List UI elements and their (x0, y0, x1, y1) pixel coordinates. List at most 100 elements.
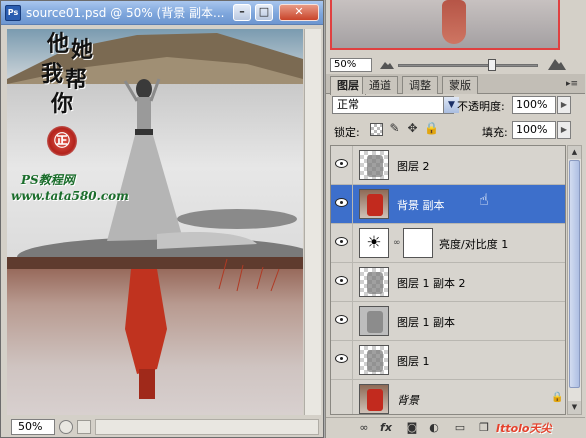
document-titlebar[interactable]: Ps source01.psd @ 50% (背景 副本... – □ ✕ (1, 1, 323, 25)
document-window: Ps source01.psd @ 50% (背景 副本... – □ ✕ 他 … (0, 0, 324, 438)
layer-name: 背景 (397, 394, 419, 407)
layer-row-layer-1[interactable]: 图层 1 (331, 341, 565, 380)
photoshop-app-icon: Ps (5, 5, 21, 21)
layer-name: 图层 1 副本 2 (397, 277, 466, 290)
layer-row-layer-1-copy-2[interactable]: 图层 1 副本 2 (331, 263, 565, 302)
eye-icon (335, 276, 348, 285)
scrollbar-thumb[interactable] (569, 160, 580, 388)
tab-layers[interactable]: 图层 (330, 76, 366, 95)
panel-menu-icon[interactable]: ▸≡ (564, 78, 580, 90)
layer-thumbnail (359, 189, 389, 219)
zoom-out-mountain-icon[interactable] (380, 59, 394, 70)
scroll-up-arrow-icon[interactable]: ▲ (568, 146, 581, 159)
lock-transparency-icon[interactable] (370, 123, 383, 136)
eye-icon (335, 159, 348, 168)
layer-name: 图层 2 (397, 160, 430, 173)
navigator-zoom-slider[interactable] (398, 64, 538, 67)
layer-thumbnail (359, 345, 389, 375)
layer-name: 亮度/对比度 1 (439, 238, 509, 251)
scroll-down-arrow-icon[interactable]: ▼ (568, 401, 581, 414)
layer-row-brightness-contrast[interactable]: ☀ ∞ 亮度/对比度 1 (331, 224, 565, 263)
layer-row-layer-2[interactable]: 图层 2 (331, 146, 565, 185)
hand-cursor-icon: ☝ (479, 190, 489, 209)
tab-masks[interactable]: 蒙版 (442, 76, 478, 94)
eye-icon (335, 237, 348, 246)
add-mask-icon[interactable]: ◙ (404, 421, 420, 435)
minimize-button[interactable]: – (233, 4, 251, 21)
watermark-url: www.tata580.com (11, 189, 129, 203)
layer-thumbnail-figure (367, 155, 383, 177)
visibility-toggle[interactable] (331, 224, 353, 262)
layer-thumbnail (359, 384, 389, 414)
fill-label: 填充: (482, 126, 508, 139)
red-seal-stamp: ㊣ (47, 126, 77, 156)
document-vertical-scrollbar[interactable] (304, 29, 321, 415)
lock-paint-brush-icon[interactable]: ✎ (388, 122, 401, 136)
opacity-input[interactable]: 100% (512, 96, 556, 114)
visibility-toggle[interactable] (331, 263, 353, 301)
eye-icon (335, 198, 348, 207)
tab-channels[interactable]: 通道 (362, 76, 398, 94)
watermark-title: PS教程网 (21, 173, 75, 187)
visibility-toggle[interactable] (331, 185, 353, 223)
layer-name: 图层 1 副本 (397, 316, 455, 329)
navigator-preview[interactable] (330, 0, 560, 50)
fill-input[interactable]: 100% (512, 121, 556, 139)
maximize-button[interactable]: □ (255, 4, 273, 21)
opacity-slider-arrow-icon[interactable]: ▶ (557, 96, 571, 114)
layer-thumbnail (359, 306, 389, 336)
visibility-toggle[interactable] (331, 146, 353, 184)
status-scroll-left-icon[interactable] (77, 420, 91, 434)
opacity-label: 不透明度: (457, 100, 505, 113)
layer-list: 图层 2 背景 副本 ☝ ☀ ∞ 亮度/对比度 1 图层 1 副本 2 图层 1… (330, 145, 566, 415)
visibility-toggle[interactable] (331, 341, 353, 379)
canvas-calligraphy: 他 她 我 帮 你 (37, 33, 107, 129)
layer-mask-thumbnail[interactable] (403, 228, 433, 258)
calligraphy-char: 你 (51, 91, 74, 117)
layers-panel: 图层 通道 调整 蒙版 ▸≡ 正常 ▼ 不透明度: 100% ▶ 锁定: ✎ ✥… (325, 74, 586, 438)
calligraphy-char: 他 (47, 31, 70, 57)
tab-adjustments[interactable]: 调整 (402, 76, 438, 94)
status-info-icon[interactable] (59, 420, 73, 434)
blend-mode-select[interactable]: 正常 ▼ (332, 96, 459, 114)
blend-mode-value: 正常 (337, 98, 359, 111)
panel-tabs: 图层 通道 调整 蒙版 ▸≡ (326, 74, 585, 95)
visibility-toggle[interactable] (331, 302, 353, 340)
layer-row-background-copy[interactable]: 背景 副本 ☝ (331, 185, 565, 224)
lock-position-move-icon[interactable]: ✥ (406, 122, 419, 136)
layer-list-scrollbar[interactable]: ▲ ▼ (567, 145, 582, 415)
layer-style-fx-icon[interactable]: fx (378, 421, 394, 435)
eye-icon (335, 354, 348, 363)
navigator-preview-figure (442, 0, 466, 44)
close-button[interactable]: ✕ (279, 4, 319, 21)
layer-thumbnail-figure (367, 350, 383, 372)
lock-all-padlock-icon[interactable]: 🔒 (424, 122, 439, 136)
layer-thumbnail-figure (367, 272, 383, 294)
zoom-in-mountain-icon[interactable] (548, 57, 566, 71)
document-title: source01.psd @ 50% (背景 副本... (26, 6, 225, 20)
brightness-contrast-adjustment-icon: ☀ (359, 228, 389, 258)
layer-thumbnail-figure (367, 194, 383, 216)
layer-name: 背景 副本 (397, 199, 445, 212)
layer-row-layer-1-copy[interactable]: 图层 1 副本 (331, 302, 565, 341)
padlock-icon: 🔒 (551, 392, 564, 403)
layer-thumbnail-figure (367, 311, 383, 333)
document-canvas[interactable]: 他 她 我 帮 你 ㊣ PS教程网 www.tata580.com (7, 29, 303, 415)
new-group-folder-icon[interactable]: ▭ (452, 421, 468, 435)
link-layers-icon[interactable]: ∞ (356, 421, 372, 435)
calligraphy-char: 她 (71, 37, 94, 63)
eye-icon (335, 315, 348, 324)
new-layer-icon[interactable]: ❐ (476, 421, 492, 435)
navigator-zoom-field[interactable]: 50% (330, 58, 372, 72)
new-adjustment-layer-icon[interactable]: ◐ (426, 421, 442, 435)
layer-row-background[interactable]: 背景 🔒 (331, 380, 565, 414)
layer-thumbnail (359, 267, 389, 297)
link-chain-icon[interactable]: ∞ (393, 237, 401, 249)
calligraphy-char: 我 (41, 61, 64, 87)
zoom-level-field[interactable]: 50% (11, 419, 55, 435)
navigator-zoom-slider-handle[interactable] (488, 59, 496, 71)
fill-slider-arrow-icon[interactable]: ▶ (557, 121, 571, 139)
document-horizontal-scrollbar[interactable] (95, 419, 319, 435)
layer-thumbnail-figure (367, 389, 383, 411)
visibility-toggle[interactable] (331, 380, 353, 414)
